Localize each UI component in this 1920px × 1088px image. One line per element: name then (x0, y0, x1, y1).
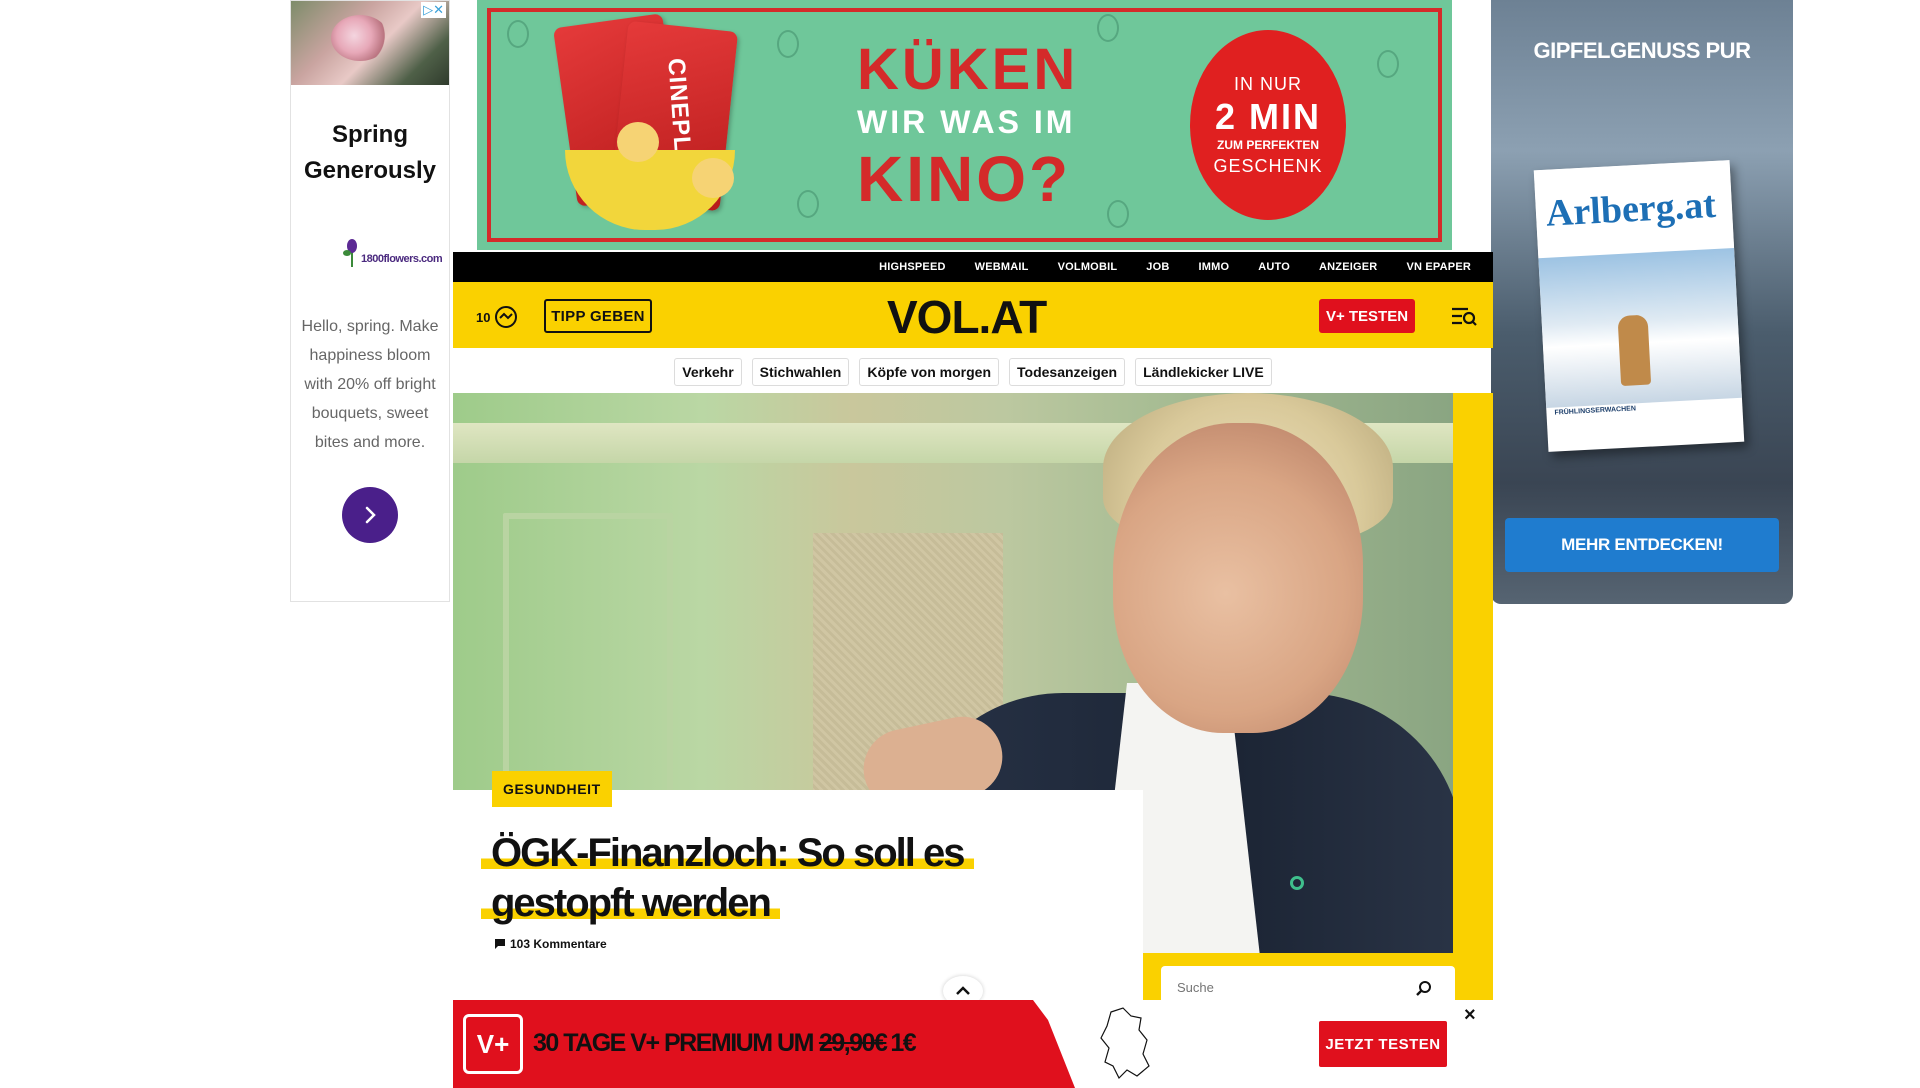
magazine-name: Arlberg.at (1544, 183, 1717, 235)
nav-link-webmail[interactable]: WEBMAIL (975, 261, 1029, 273)
try-now-button[interactable]: JETZT TESTEN (1319, 1021, 1447, 1067)
chick-image (692, 158, 734, 198)
comments-link[interactable]: 103 Kommentare (494, 937, 607, 951)
person-face (1113, 423, 1363, 733)
banner-headline-2: WIR WAS IM (857, 104, 1076, 140)
topic-laendlekicker-live[interactable]: Ländlekicker LIVE (1135, 358, 1272, 386)
topic-todesanzeigen[interactable]: Todesanzeigen (1009, 358, 1126, 386)
brand-logo: 1800flowers.com (341, 239, 443, 273)
badge-line-4: GESCHENK (1213, 156, 1323, 176)
topic-koepfe-von-morgen[interactable]: Köpfe von morgen (859, 358, 1000, 386)
nav-link-immo[interactable]: IMMO (1198, 261, 1229, 273)
vorarlberg-map-icon (1100, 1007, 1150, 1080)
brand-name: 1800flowers.com (361, 253, 443, 265)
magazine-cover: Arlberg.at FRÜHLINGSERWACHEN (1533, 160, 1745, 452)
chevron-right-icon (365, 506, 376, 524)
topic-verkehr[interactable]: Verkehr (674, 358, 742, 386)
plus-trial-button[interactable]: V+ TESTEN (1319, 299, 1415, 333)
adchoices-close-icon[interactable]: ▷✕ (421, 2, 446, 18)
lead-article-card[interactable]: GESUNDHEIT ÖGK-Finanzloch: So soll es ge… (453, 771, 1143, 1006)
promo-label: 30 TAGE V+ PREMIUM UM (533, 1029, 814, 1057)
main-header: 10 TIPP GEBEN VOL.AT V+ TESTEN (453, 282, 1493, 348)
promo-old-price: 29,90€ (818, 1029, 888, 1057)
search-input[interactable] (1177, 980, 1397, 995)
weather-cloudy-icon (495, 306, 518, 328)
menu-search-icon[interactable] (1450, 304, 1478, 328)
nav-link-anzeiger[interactable]: ANZEIGER (1319, 261, 1377, 273)
comments-count: 103 Kommentare (510, 937, 607, 951)
nav-link-volmobil[interactable]: VOLMOBIL (1058, 261, 1118, 273)
temperature: 10 (476, 309, 491, 325)
topic-stichwahlen[interactable]: Stichwahlen (751, 358, 850, 386)
chevron-up-icon (956, 986, 970, 995)
comment-icon (495, 939, 505, 949)
chick-image (617, 122, 659, 162)
arlberg-ad[interactable]: GIPFELGENUSS PUR Arlberg.at FRÜHLINGSERW… (1491, 0, 1793, 604)
nav-link-auto[interactable]: AUTO (1258, 261, 1290, 273)
banner-badge: IN NUR 2 MIN ZUM PERFEKTEN GESCHENK (1190, 30, 1346, 220)
left-ad[interactable]: ▷✕ Spring Generously 1800flowers.com Hel… (290, 0, 450, 602)
discover-more-button[interactable]: MEHR ENTDECKEN! (1505, 518, 1779, 572)
badge-line-1: IN NUR (1234, 74, 1302, 94)
category-badge[interactable]: GESUNDHEIT (492, 771, 612, 807)
ad-next-button[interactable] (342, 487, 398, 543)
skier-figure (1617, 314, 1652, 387)
tip-button[interactable]: TIPP GEBEN (544, 299, 652, 333)
cinema-banner-ad[interactable]: CINEPLEXX KÜKEN WIR WAS IM KINO? IN NUR … (477, 0, 1452, 250)
magazine-footer: FRÜHLINGSERWACHEN (1554, 405, 1637, 417)
article-title-wrap[interactable]: ÖGK-Finanzloch: So soll es gestopft werd… (481, 828, 1041, 928)
article-title[interactable]: ÖGK-Finanzloch: So soll es gestopft werd… (481, 831, 974, 925)
promo-new-price: 1€ (890, 1029, 916, 1057)
promo-text: 30 TAGE V+ PREMIUM UM 29,90€ 1€ (533, 1029, 917, 1058)
vplus-logo: V+ (463, 1014, 523, 1074)
service-nav: HIGHSPEED WEBMAIL VOLMOBIL JOB IMMO AUTO… (453, 252, 1493, 282)
close-icon[interactable]: × (1464, 1004, 1476, 1027)
ad-body-text: Hello, spring. Make happiness bloom with… (301, 318, 439, 451)
nav-link-highspeed[interactable]: HIGHSPEED (879, 261, 946, 273)
premium-promo-bar[interactable]: V+ 30 TAGE V+ PREMIUM UM 29,90€ 1€ JETZT T… (453, 1000, 1493, 1088)
banner-headline-1: KÜKEN (857, 37, 1079, 102)
ad-title: Spring Generously (303, 121, 437, 184)
flower-logo-icon (343, 239, 357, 268)
ad-title: GIPFELGENUSS PUR (1533, 38, 1751, 63)
topic-bar: Verkehr Stichwahlen Köpfe von morgen Tod… (453, 358, 1493, 388)
nav-link-vn-epaper[interactable]: VN EPAPER (1406, 261, 1471, 273)
nav-link-job[interactable]: JOB (1146, 261, 1169, 273)
badge-line-3: ZUM PERFEKTEN (1217, 138, 1319, 152)
lapel-pin (1290, 876, 1304, 890)
site-logo[interactable]: VOL.AT (887, 290, 1047, 344)
weather-widget[interactable]: 10 (476, 305, 518, 329)
sidebar-accent (1453, 393, 1493, 1005)
search-icon[interactable] (1415, 980, 1433, 998)
banner-headline-3: KINO? (857, 143, 1072, 215)
badge-line-2: 2 MIN (1214, 96, 1321, 137)
